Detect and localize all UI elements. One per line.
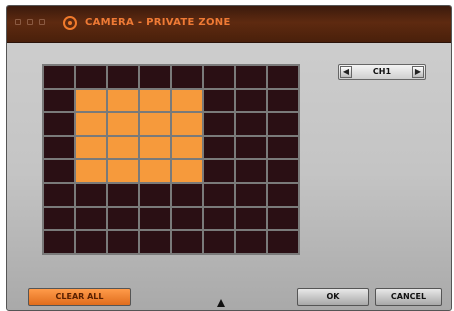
zone-cell[interactable]: [108, 207, 138, 230]
zone-cell[interactable]: [204, 207, 234, 230]
zone-cell-masked[interactable]: [108, 89, 138, 112]
zone-cell[interactable]: [76, 231, 106, 253]
zone-cell[interactable]: [44, 231, 74, 253]
zone-cell[interactable]: [236, 113, 266, 135]
zone-cell-masked[interactable]: [76, 113, 106, 135]
zone-cell[interactable]: [44, 89, 74, 112]
cancel-button[interactable]: CANCEL: [375, 288, 442, 306]
private-zone-window: CAMERA - PRIVATE ZONE ◀ CH1 ▶ CLEAR ALL …: [6, 5, 452, 311]
zone-cell-masked[interactable]: [108, 160, 138, 182]
zone-cell-masked[interactable]: [108, 136, 138, 159]
zone-cell[interactable]: [108, 231, 138, 253]
zone-cell-masked[interactable]: [172, 160, 202, 182]
zone-cell[interactable]: [76, 207, 106, 230]
zone-cell[interactable]: [140, 183, 170, 206]
private-zone-grid[interactable]: [42, 64, 300, 255]
zone-cell-masked[interactable]: [76, 89, 106, 112]
clear-all-button[interactable]: CLEAR ALL: [28, 288, 131, 306]
zone-cell-masked[interactable]: [76, 136, 106, 159]
zone-cell[interactable]: [172, 183, 202, 206]
zone-cell[interactable]: [236, 231, 266, 253]
zone-cell[interactable]: [108, 183, 138, 206]
zone-cell[interactable]: [268, 231, 298, 253]
mouse-cursor-icon: [217, 299, 225, 307]
zone-cell-masked[interactable]: [108, 113, 138, 135]
window-title: CAMERA - PRIVATE ZONE: [85, 17, 231, 28]
window-control-icon[interactable]: [39, 19, 45, 25]
zone-cell[interactable]: [236, 66, 266, 88]
zone-cell[interactable]: [76, 66, 106, 88]
channel-selector[interactable]: ◀ CH1 ▶: [338, 64, 426, 80]
zone-cell[interactable]: [204, 136, 234, 159]
zone-cell[interactable]: [44, 136, 74, 159]
zone-cell[interactable]: [268, 183, 298, 206]
zone-cell-masked[interactable]: [172, 113, 202, 135]
zone-cell[interactable]: [236, 207, 266, 230]
zone-cell[interactable]: [140, 66, 170, 88]
zone-cell[interactable]: [44, 113, 74, 135]
zone-cell[interactable]: [268, 113, 298, 135]
zone-cell[interactable]: [172, 66, 202, 88]
camera-icon: [63, 16, 77, 30]
zone-cell[interactable]: [236, 160, 266, 182]
zone-cell[interactable]: [236, 183, 266, 206]
zone-cell-masked[interactable]: [140, 136, 170, 159]
zone-cell[interactable]: [140, 231, 170, 253]
right-arrow-icon[interactable]: ▶: [412, 66, 424, 78]
zone-cell[interactable]: [268, 136, 298, 159]
zone-cell-masked[interactable]: [140, 113, 170, 135]
zone-cell[interactable]: [44, 183, 74, 206]
zone-cell[interactable]: [204, 113, 234, 135]
zone-cell[interactable]: [172, 207, 202, 230]
window-control-icon[interactable]: [15, 19, 21, 25]
zone-cell[interactable]: [44, 160, 74, 182]
zone-cell[interactable]: [268, 160, 298, 182]
zone-cell[interactable]: [268, 89, 298, 112]
zone-cell[interactable]: [268, 66, 298, 88]
zone-cell-masked[interactable]: [172, 89, 202, 112]
zone-cell[interactable]: [204, 183, 234, 206]
zone-cell[interactable]: [140, 207, 170, 230]
zone-cell-masked[interactable]: [76, 160, 106, 182]
zone-cell-masked[interactable]: [140, 160, 170, 182]
zone-cell[interactable]: [172, 231, 202, 253]
zone-cell[interactable]: [108, 66, 138, 88]
zone-cell[interactable]: [204, 89, 234, 112]
zone-cell[interactable]: [268, 207, 298, 230]
zone-cell[interactable]: [204, 160, 234, 182]
zone-cell[interactable]: [76, 183, 106, 206]
zone-cell-masked[interactable]: [140, 89, 170, 112]
window-controls: [15, 19, 45, 25]
ok-button[interactable]: OK: [297, 288, 369, 306]
zone-cell[interactable]: [204, 66, 234, 88]
zone-cell[interactable]: [236, 89, 266, 112]
zone-cell[interactable]: [204, 231, 234, 253]
title-bar: CAMERA - PRIVATE ZONE: [7, 6, 451, 43]
left-arrow-icon[interactable]: ◀: [340, 66, 352, 78]
zone-cell[interactable]: [44, 207, 74, 230]
zone-cell-masked[interactable]: [172, 136, 202, 159]
zone-cell[interactable]: [44, 66, 74, 88]
channel-value: CH1: [372, 67, 392, 76]
zone-cell[interactable]: [236, 136, 266, 159]
window-control-icon[interactable]: [27, 19, 33, 25]
